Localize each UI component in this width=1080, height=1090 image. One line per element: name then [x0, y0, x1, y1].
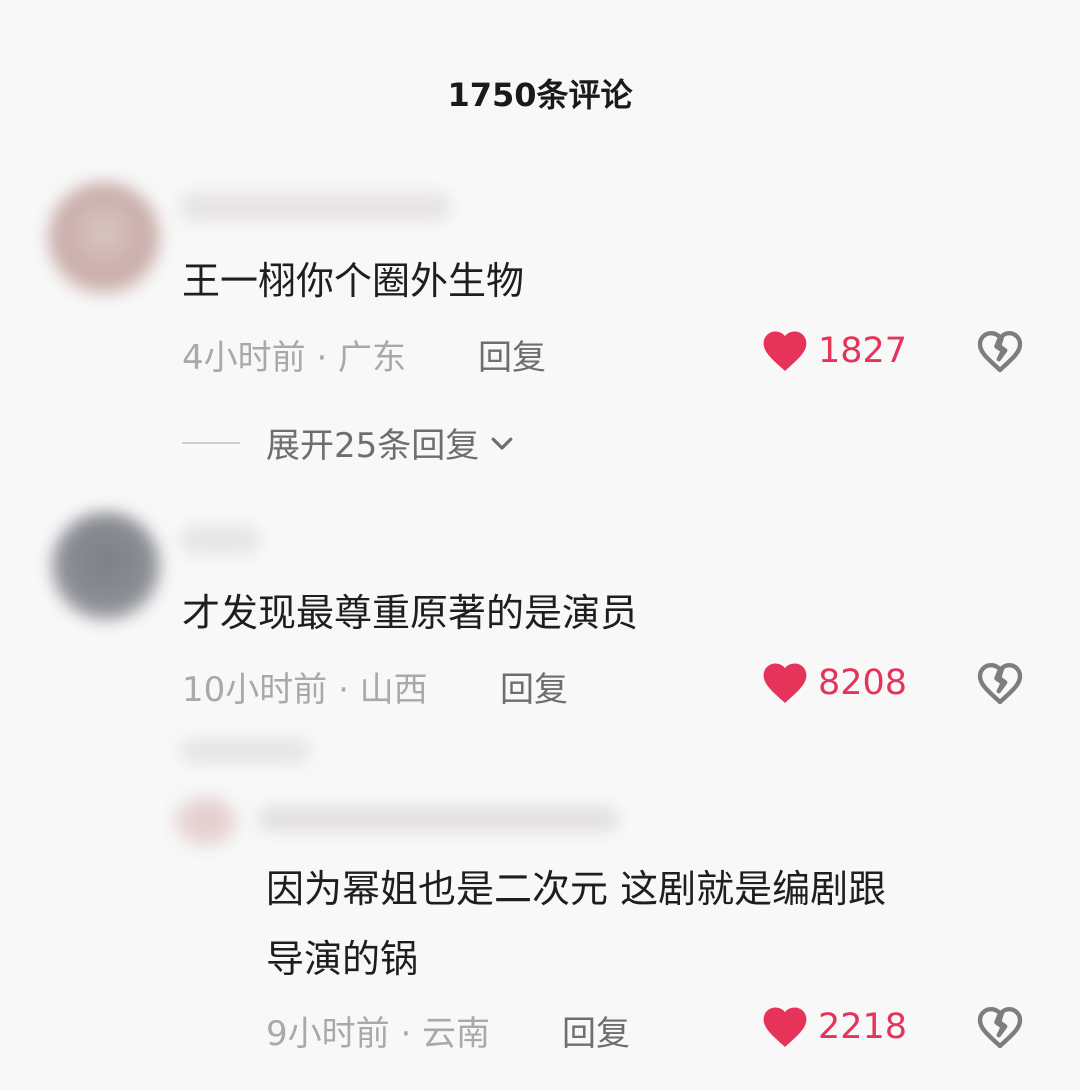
reply-button[interactable]: 回复	[562, 1006, 630, 1055]
heart-filled-icon	[763, 1007, 807, 1048]
reply-text-line2: 导演的锅	[266, 937, 419, 981]
expand-replies-button[interactable]: 展开25条回复	[182, 418, 517, 467]
broken-heart-icon[interactable]	[976, 328, 1024, 376]
comments-count-title: 1750条评论	[447, 76, 633, 114]
chevron-down-icon	[491, 437, 513, 450]
like-button[interactable]: 1827	[762, 326, 907, 376]
reply-text-line1: 因为幂姐也是二次元 这剧就是编剧跟	[266, 867, 887, 911]
username-blurred[interactable]	[180, 526, 260, 554]
blurred-content	[180, 738, 310, 764]
comment-time-location: 10小时前 · 山西	[182, 670, 428, 710]
username-blurred[interactable]	[258, 806, 618, 832]
heart-filled-icon	[763, 663, 807, 704]
comment-text: 王一栩你个圈外生物	[182, 259, 525, 303]
heart-filled-icon	[763, 331, 807, 372]
avatar[interactable]	[174, 796, 238, 846]
like-count: 2218	[818, 1007, 908, 1047]
avatar[interactable]	[52, 512, 160, 620]
reply-button[interactable]: 回复	[500, 662, 568, 711]
expand-divider	[182, 441, 240, 444]
username-blurred[interactable]	[180, 192, 450, 222]
broken-heart-icon[interactable]	[976, 1004, 1024, 1052]
expand-replies-label: 展开25条回复	[266, 426, 480, 466]
reply-time-location: 9小时前 · 云南	[266, 1014, 491, 1054]
like-count: 1827	[818, 331, 908, 371]
like-button[interactable]: 2218	[762, 1002, 907, 1052]
broken-heart-icon[interactable]	[976, 660, 1024, 708]
reply-button[interactable]: 回复	[478, 330, 546, 379]
avatar[interactable]	[48, 182, 160, 294]
like-button[interactable]: 8208	[762, 658, 907, 708]
comment-time-location: 4小时前 · 广东	[182, 338, 407, 378]
comment-text: 才发现最尊重原著的是演员	[182, 591, 639, 635]
like-count: 8208	[818, 663, 908, 703]
